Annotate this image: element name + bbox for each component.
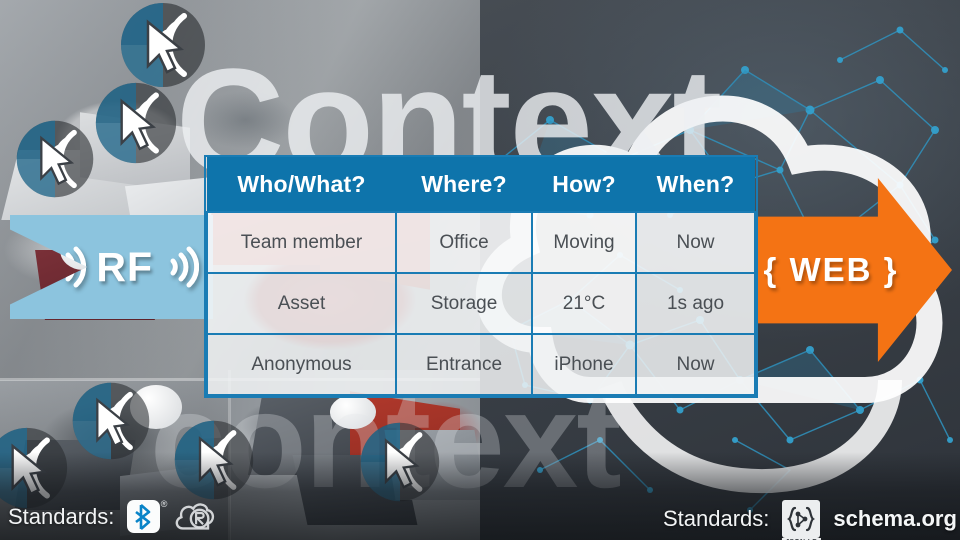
- cell-how: Moving: [531, 211, 637, 274]
- cell-when: Now: [635, 333, 756, 396]
- cursor-signal-badge: [16, 120, 94, 198]
- cell-where: Office: [395, 211, 533, 274]
- table-row: Team member Office Moving Now: [206, 211, 756, 274]
- cell-where: Entrance: [395, 333, 533, 396]
- signal-waves-icon: [170, 246, 199, 288]
- standards-right-label: Standards:: [663, 506, 770, 531]
- table-header-row: Who/What? Where? How? When?: [207, 157, 755, 212]
- standards-left-label: Standards:: [8, 503, 115, 529]
- cell-when: 1s ago: [635, 272, 756, 335]
- standards-right: Standards: JSON-LD schema.org: [663, 500, 957, 540]
- table-row: Anonymous Entrance iPhone Now: [206, 333, 756, 396]
- column-header-where: Where?: [396, 157, 532, 212]
- bluetooth-icon: ®: [127, 499, 167, 533]
- table-row: Asset Storage 21°C 1s ago: [206, 272, 756, 335]
- cell-where: Storage: [395, 272, 533, 335]
- cell-how: 21°C: [531, 272, 637, 335]
- cursor-signal-badge: [121, 3, 205, 87]
- json-ld-icon: JSON-LD: [782, 500, 821, 540]
- schema-org-logo: schema.org: [833, 506, 957, 531]
- column-header-who-what: Who/What?: [207, 157, 396, 212]
- slide-canvas: Context context: [0, 0, 960, 540]
- cell-who-what: Team member: [206, 211, 397, 274]
- column-header-when: When?: [636, 157, 755, 212]
- standards-left: Standards: ®: [8, 499, 215, 533]
- cursor-signal-badge: [95, 82, 177, 164]
- web-arrow-label: { WEB }: [763, 251, 899, 288]
- context-table: Who/What? Where? How? When? Team member …: [206, 157, 756, 396]
- cloud-r-icon: [176, 503, 215, 530]
- column-header-how: How?: [532, 157, 636, 212]
- cell-who-what: Anonymous: [206, 333, 397, 396]
- registered-mark: ®: [160, 499, 168, 509]
- cell-how: iPhone: [531, 333, 637, 396]
- cursor-signal-badge: [72, 382, 150, 460]
- cell-who-what: Asset: [206, 272, 397, 335]
- rf-label: RF: [96, 243, 153, 290]
- cell-when: Now: [635, 211, 756, 274]
